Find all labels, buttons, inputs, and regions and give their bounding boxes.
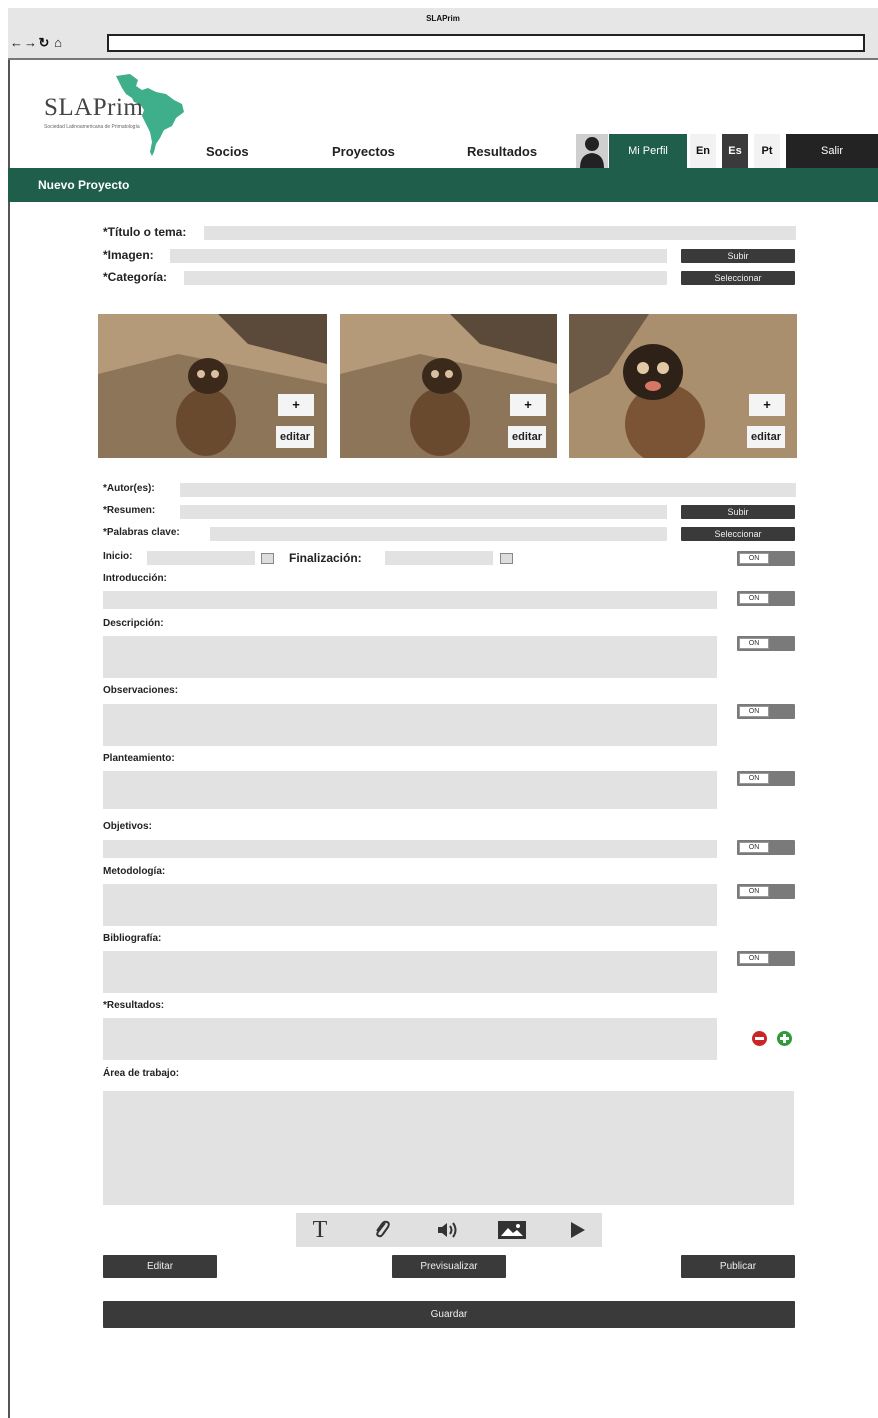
- bibliografia-toggle[interactable]: ON: [737, 951, 795, 966]
- subir-imagen-button[interactable]: Subir: [681, 249, 795, 263]
- photo-3-edit-button[interactable]: editar: [747, 426, 785, 448]
- autores-input[interactable]: [180, 483, 796, 497]
- site-logo[interactable]: SLAPrim: [44, 94, 143, 122]
- planteamiento-textarea[interactable]: [103, 771, 717, 809]
- lang-es-button[interactable]: Es: [722, 134, 748, 168]
- seleccionar-categoria-button[interactable]: Seleccionar: [681, 271, 795, 285]
- page-title-bar: [8, 168, 878, 202]
- toggle-on-label: ON: [739, 553, 769, 564]
- categoria-label: *Categoría:: [103, 270, 168, 284]
- descripcion-toggle[interactable]: ON: [737, 636, 795, 651]
- lang-pt-button[interactable]: Pt: [754, 134, 780, 168]
- area-trabajo-label: Área de trabajo:: [103, 1068, 180, 1079]
- resumen-input[interactable]: [180, 505, 667, 519]
- reload-icon[interactable]: ↻: [38, 35, 52, 51]
- project-photo-3: + editar: [569, 314, 797, 458]
- photo-2-add-button[interactable]: +: [510, 394, 546, 416]
- resumen-label: *Resumen:: [103, 505, 156, 516]
- project-photo-1: + editar: [98, 314, 327, 458]
- nav-socios[interactable]: Socios: [206, 144, 249, 159]
- audio-icon[interactable]: [428, 1213, 468, 1247]
- browser-nav-buttons: ←→↻ ⌂: [10, 35, 66, 51]
- toggle-on-label: ON: [739, 638, 769, 649]
- back-arrow-icon[interactable]: ←: [10, 35, 24, 50]
- finalizacion-label: Finalización:: [289, 551, 362, 565]
- remove-result-icon[interactable]: [752, 1031, 767, 1046]
- forward-arrow-icon[interactable]: →: [24, 35, 38, 50]
- metodologia-toggle[interactable]: ON: [737, 884, 795, 899]
- inicio-label: Inicio:: [103, 551, 133, 562]
- titulo-input[interactable]: [204, 226, 796, 240]
- lang-en-button[interactable]: En: [690, 134, 716, 168]
- project-photo-2: + editar: [340, 314, 557, 458]
- objetivos-label: Objetivos:: [103, 821, 152, 832]
- descripcion-label: Descripción:: [103, 618, 164, 629]
- palabras-clave-input[interactable]: [210, 527, 667, 541]
- area-trabajo-textarea[interactable]: [103, 1091, 794, 1205]
- categoria-input[interactable]: [184, 271, 667, 285]
- descripcion-textarea[interactable]: [103, 636, 717, 678]
- user-silhouette-icon: [580, 137, 604, 168]
- photo-1-edit-button[interactable]: editar: [276, 426, 314, 448]
- fechas-toggle[interactable]: ON: [737, 551, 795, 566]
- guardar-button[interactable]: Guardar: [103, 1301, 795, 1328]
- objetivos-input[interactable]: [103, 840, 717, 858]
- photo-3-add-button[interactable]: +: [749, 394, 785, 416]
- browser-title: SLAPrim: [426, 14, 460, 23]
- publicar-button[interactable]: Publicar: [681, 1255, 795, 1278]
- image-icon[interactable]: [492, 1213, 532, 1247]
- autores-label: *Autor(es):: [103, 483, 155, 494]
- calendar-icon[interactable]: [261, 553, 274, 564]
- introduccion-label: Introducción:: [103, 573, 167, 584]
- introduccion-input[interactable]: [103, 591, 717, 609]
- toggle-on-label: ON: [739, 593, 769, 604]
- home-icon[interactable]: ⌂: [52, 35, 66, 50]
- bibliografia-label: Bibliografía:: [103, 933, 162, 944]
- metodologia-textarea[interactable]: [103, 884, 717, 926]
- attachment-icon[interactable]: [362, 1213, 402, 1247]
- add-result-icon[interactable]: [777, 1031, 792, 1046]
- imagen-input[interactable]: [170, 249, 667, 263]
- titulo-label: *Título o tema:: [103, 225, 187, 239]
- palabras-clave-label: *Palabras clave:: [103, 527, 180, 538]
- previsualizar-button[interactable]: Previsualizar: [392, 1255, 506, 1278]
- toggle-on-label: ON: [739, 773, 769, 784]
- toggle-on-label: ON: [739, 886, 769, 897]
- observaciones-textarea[interactable]: [103, 704, 717, 746]
- editar-button[interactable]: Editar: [103, 1255, 217, 1278]
- planteamiento-toggle[interactable]: ON: [737, 771, 795, 786]
- planteamiento-label: Planteamiento:: [103, 753, 175, 764]
- page-title: Nuevo Proyecto: [38, 178, 130, 192]
- toggle-on-label: ON: [739, 953, 769, 964]
- observaciones-label: Observaciones:: [103, 685, 179, 696]
- toggle-on-label: ON: [739, 706, 769, 717]
- toggle-on-label: ON: [739, 842, 769, 853]
- photo-2-edit-button[interactable]: editar: [508, 426, 546, 448]
- logo-subtitle: Sociedad Latinoamericana de Primatología: [44, 124, 140, 130]
- subir-resumen-button[interactable]: Subir: [681, 505, 795, 519]
- video-play-icon[interactable]: [558, 1213, 598, 1247]
- observaciones-toggle[interactable]: ON: [737, 704, 795, 719]
- inicio-date-input[interactable]: [147, 551, 255, 565]
- seleccionar-palabras-button[interactable]: Seleccionar: [681, 527, 795, 541]
- media-toolbar: T: [296, 1213, 602, 1247]
- avatar[interactable]: [576, 134, 608, 168]
- bibliografia-textarea[interactable]: [103, 951, 717, 993]
- metodologia-label: Metodología:: [103, 866, 166, 877]
- introduccion-toggle[interactable]: ON: [737, 591, 795, 606]
- url-bar[interactable]: [107, 34, 865, 52]
- resultados-textarea[interactable]: [103, 1018, 717, 1060]
- resultados-label: *Resultados:: [103, 1000, 165, 1011]
- finalizacion-date-input[interactable]: [385, 551, 493, 565]
- nav-proyectos[interactable]: Proyectos: [332, 144, 395, 159]
- photo-1-add-button[interactable]: +: [278, 394, 314, 416]
- objetivos-toggle[interactable]: ON: [737, 840, 795, 855]
- nav-resultados[interactable]: Resultados: [467, 144, 537, 159]
- profile-button[interactable]: Mi Perfil: [609, 134, 687, 168]
- logout-button[interactable]: Salir: [786, 134, 878, 168]
- calendar-icon[interactable]: [500, 553, 513, 564]
- text-icon[interactable]: T: [300, 1213, 340, 1247]
- imagen-label: *Imagen:: [103, 248, 154, 262]
